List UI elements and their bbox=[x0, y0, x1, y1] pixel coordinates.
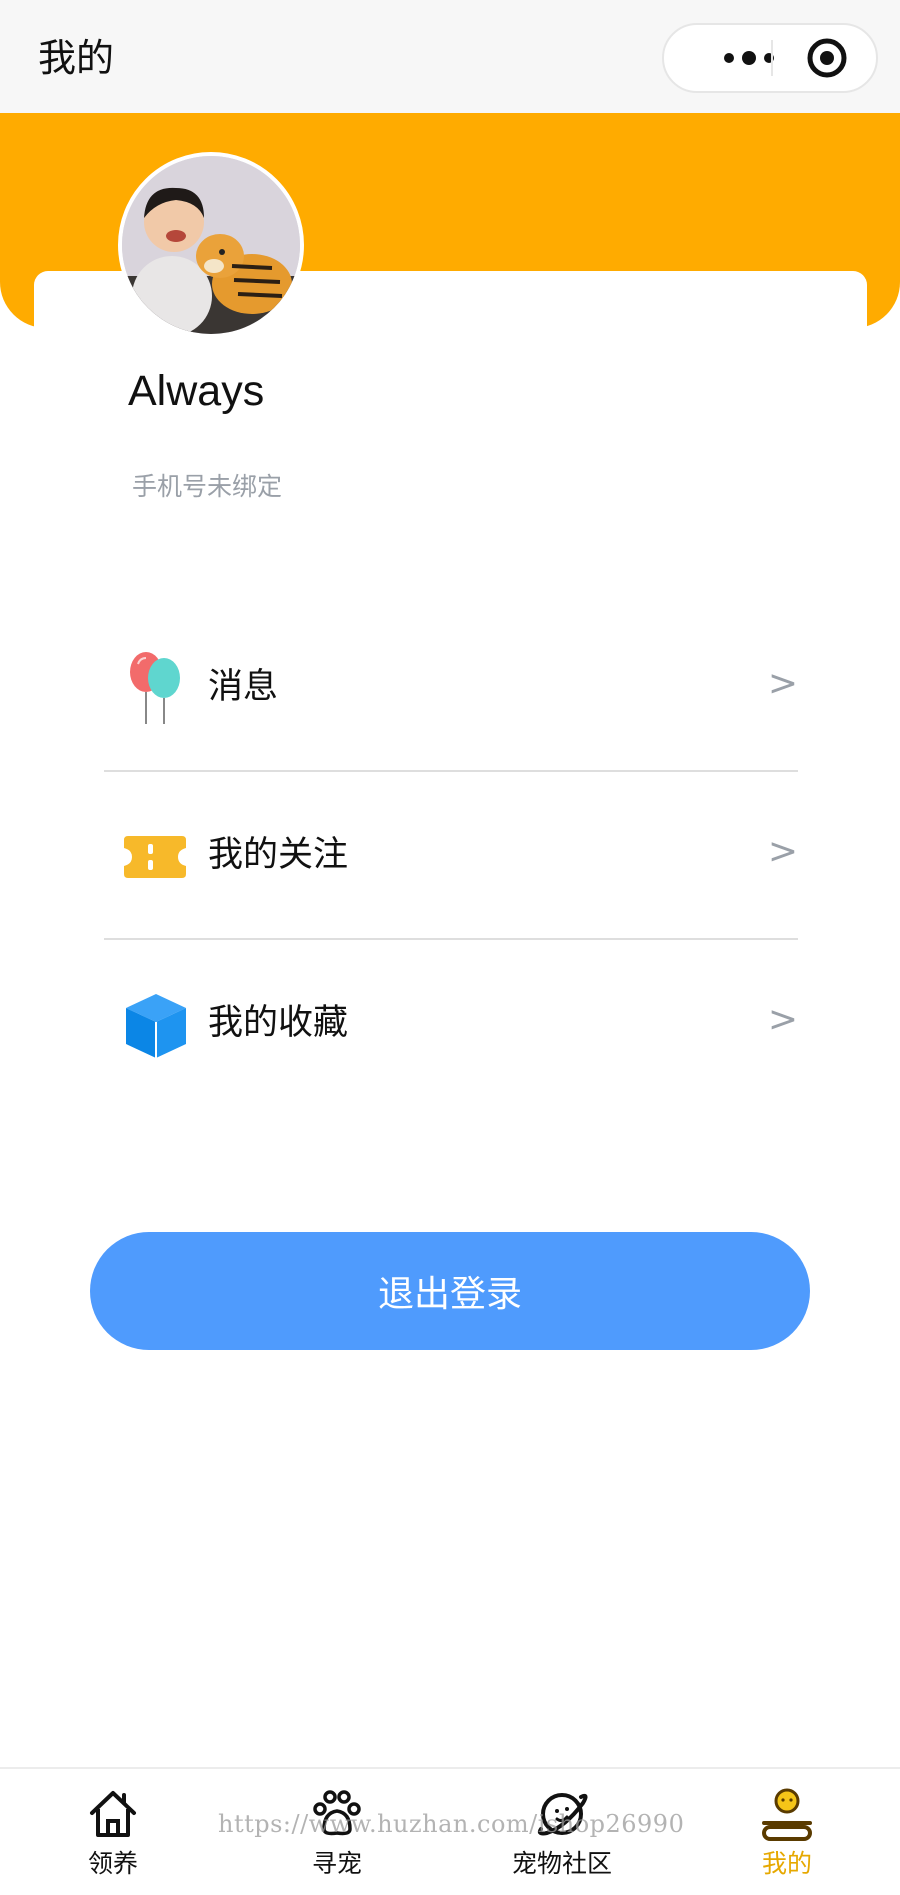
more-dots-icon[interactable] bbox=[694, 25, 804, 91]
tab-label: 寻宠 bbox=[311, 1849, 362, 1878]
menu-item-favorites[interactable]: 我的收藏 > bbox=[104, 940, 798, 1108]
phone-binding-status[interactable]: 手机号未绑定 bbox=[132, 470, 282, 504]
tab-adopt[interactable]: 领养 bbox=[38, 1769, 188, 1895]
chevron-right-icon: > bbox=[767, 663, 798, 704]
menu-item-label: 消息 bbox=[208, 667, 279, 707]
menu-item-label: 我的关注 bbox=[208, 835, 349, 875]
tab-label: 我的 bbox=[761, 1849, 812, 1878]
target-close-icon[interactable] bbox=[806, 37, 848, 79]
balloons-icon bbox=[130, 652, 180, 724]
menu-item-messages[interactable]: 消息 > bbox=[104, 604, 798, 772]
navigation-bar: 我的 bbox=[0, 0, 900, 113]
avatar[interactable] bbox=[118, 152, 304, 338]
watermark-text: https://www.huzhan.com/ishop26990 bbox=[218, 1810, 685, 1838]
home-icon bbox=[90, 1791, 136, 1837]
profile-icon bbox=[762, 1788, 812, 1841]
avatar-photo bbox=[122, 156, 300, 334]
chevron-right-icon: > bbox=[767, 999, 798, 1040]
menu-item-following[interactable]: 我的关注 > bbox=[104, 772, 798, 940]
capsule-divider bbox=[771, 40, 773, 76]
logout-button[interactable]: 退出登录 bbox=[90, 1232, 810, 1350]
ticket-icon bbox=[124, 836, 186, 878]
tab-label: 宠物社区 bbox=[511, 1849, 612, 1878]
mini-program-capsule bbox=[662, 23, 878, 93]
tab-mine[interactable]: 我的 bbox=[712, 1769, 862, 1895]
page-title: 我的 bbox=[38, 36, 115, 80]
cube-icon bbox=[126, 994, 186, 1058]
chevron-right-icon: > bbox=[767, 831, 798, 872]
tab-label: 领养 bbox=[87, 1849, 138, 1878]
user-name: Always bbox=[128, 367, 265, 415]
menu-item-label: 我的收藏 bbox=[208, 1003, 349, 1043]
